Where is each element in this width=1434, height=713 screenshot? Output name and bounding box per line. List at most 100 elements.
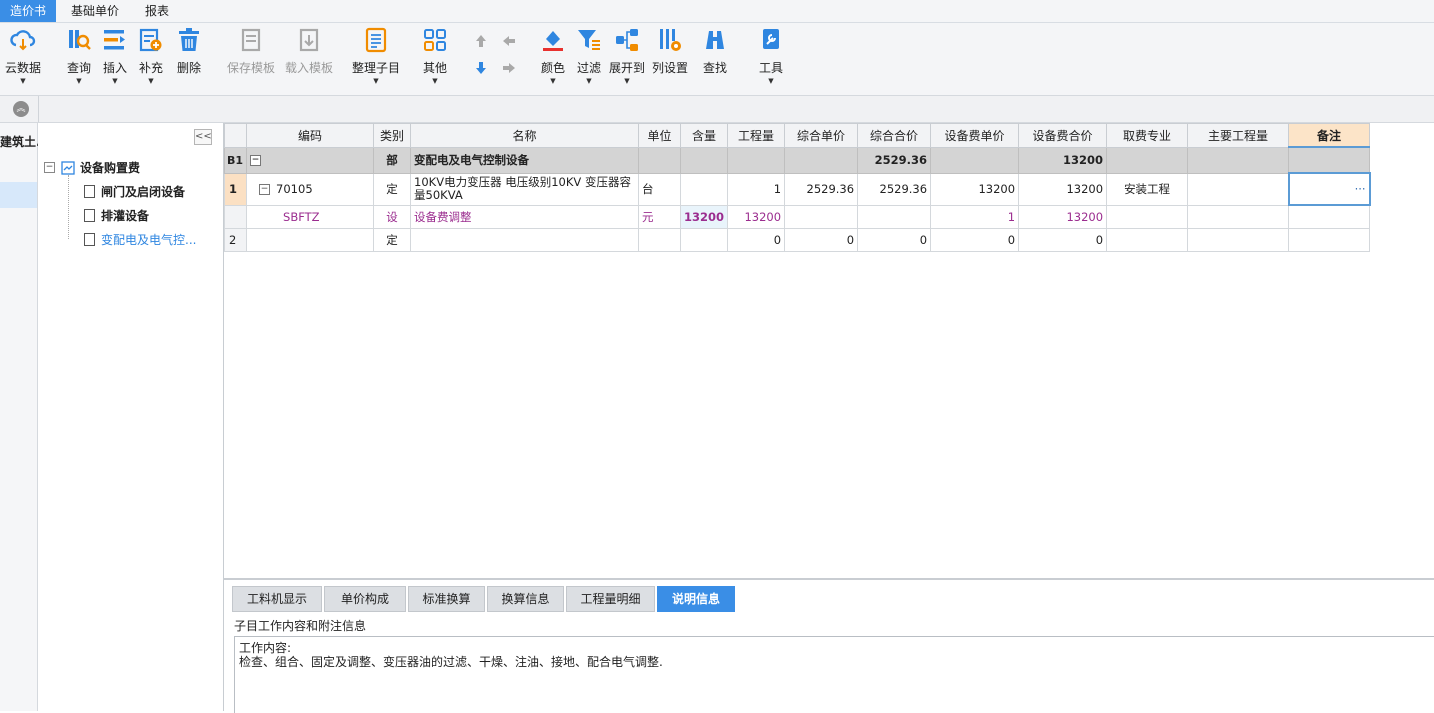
cell-equip-unit[interactable]: 0 [930,228,1020,252]
other-button[interactable]: 其他 ▼ [420,27,450,85]
cell-code[interactable] [246,228,375,252]
insert-button[interactable]: 插入 ▼ [100,27,130,85]
cell-fee[interactable] [1106,146,1189,174]
cell-name[interactable]: 10KV电力变压器 电压级别10KV 变压器容量50KVA [410,172,640,206]
tab-quantity-detail[interactable]: 工程量明细 [566,586,655,612]
col-header-main-quantity[interactable]: 主要工程量 [1187,123,1290,148]
cell-equip-unit[interactable]: 1 [930,204,1020,229]
save-template-button[interactable]: 保存模板 [226,27,276,76]
cell-unit-price[interactable]: 0 [784,228,859,252]
delete-button[interactable]: 删除 [174,27,204,76]
cloud-data-button[interactable]: 云数据 ▼ [4,27,42,85]
move-up-button[interactable] [472,33,490,52]
cell-fee[interactable] [1106,228,1189,252]
col-header-equip-unit-price[interactable]: 设备费单价 [930,123,1020,148]
move-down-button[interactable] [472,60,490,79]
table-row-part[interactable]: B1 − 部 变配电及电气控制设备 2529.36 13200 [223,146,1371,174]
description-textarea[interactable]: 工作内容: 检查、组合、固定及调整、变压器油的过滤、干燥、注油、接地、配合电气调整… [234,636,1434,713]
cell-name[interactable] [410,228,640,252]
cell-unit-price[interactable] [784,204,859,229]
cell-fee[interactable] [1106,204,1189,229]
cell-name[interactable]: 设备费调整 [410,204,640,229]
tree-node-root[interactable]: − 设备购置费 [44,159,140,176]
cell-remarks[interactable] [1288,204,1371,229]
cell-code[interactable]: −70105 [246,172,375,206]
cell-name[interactable]: 变配电及电气控制设备 [410,146,640,174]
cell-main-qty[interactable] [1187,228,1290,252]
cell-total-price[interactable]: 2529.36 [857,146,932,174]
col-header-fee-discipline[interactable]: 取费专业 [1106,123,1189,148]
cell-remarks[interactable] [1288,146,1371,174]
find-button[interactable]: 查找 [700,27,730,76]
cell-fee[interactable]: 安装工程 [1106,172,1189,206]
move-right-button[interactable] [500,60,518,79]
collapse-pane-button[interactable]: << [194,129,212,145]
col-header-name[interactable]: 名称 [410,123,640,148]
cell-content[interactable]: 13200 [680,204,729,229]
cell-quantity[interactable] [727,146,786,174]
tree-node-substation[interactable]: 变配电及电气控... [84,231,196,248]
col-header-type[interactable]: 类别 [373,123,412,148]
collapse-icon[interactable]: − [259,184,271,195]
color-button[interactable]: 颜色 ▼ [538,27,568,85]
menu-cost-book[interactable]: 造价书 [0,0,56,22]
tools-button[interactable]: 工具 ▼ [756,27,786,85]
cell-code[interactable]: SBFTZ [246,204,375,229]
cell-code[interactable]: − [246,146,375,174]
cell-equip-unit[interactable] [930,146,1020,174]
col-header-quantity[interactable]: 工程量 [727,123,786,148]
expand-to-button[interactable]: 展开到 ▼ [607,27,647,85]
cell-quantity[interactable]: 1 [727,172,786,206]
cell-main-qty[interactable] [1187,204,1290,229]
cell-type[interactable]: 定 [373,172,412,206]
cell-total-price[interactable]: 2529.36 [857,172,932,206]
load-template-button[interactable]: 载入模板 [284,27,334,76]
cell-main-qty[interactable] [1187,172,1290,206]
cell-equip-total[interactable]: 13200 [1018,146,1108,174]
cell-equip-unit[interactable]: 13200 [930,172,1020,206]
col-header-unit[interactable]: 单位 [638,123,682,148]
cell-equip-total[interactable]: 13200 [1018,172,1108,206]
collapse-icon[interactable]: − [250,155,262,166]
supplement-button[interactable]: 补充 ▼ [136,27,166,85]
cell-main-qty[interactable] [1187,146,1290,174]
cell-type[interactable]: 设 [373,204,412,229]
cell-content[interactable] [680,172,729,206]
cell-total-price[interactable] [857,204,932,229]
cell-unit-price[interactable] [784,146,859,174]
cell-equip-total[interactable]: 13200 [1018,204,1108,229]
col-header-equip-total[interactable]: 设备费合价 [1018,123,1108,148]
cell-quantity[interactable]: 0 [727,228,786,252]
cell-content[interactable] [680,146,729,174]
menu-base-unit-price[interactable]: 基础单价 [62,0,128,22]
table-row[interactable]: 1 −70105 定 10KV电力变压器 电压级别10KV 变压器容量50KVA… [223,172,1371,206]
cell-content[interactable] [680,228,729,252]
left-nav-selected-item[interactable] [0,182,37,208]
cell-unit[interactable]: 台 [638,172,682,206]
filter-button[interactable]: 过滤 ▼ [574,27,604,85]
table-row[interactable]: 2 定 0 0 0 0 0 [223,228,1371,252]
menu-reports[interactable]: 报表 [136,0,178,22]
cell-type[interactable]: 定 [373,228,412,252]
cell-type[interactable]: 部 [373,146,412,174]
tab-unit-price-composition[interactable]: 单价构成 [324,586,406,612]
organize-items-button[interactable]: 整理子目 ▼ [350,27,402,85]
collapse-ribbon-icon[interactable]: ︽ [13,101,29,117]
tab-description[interactable]: 说明信息 [657,586,735,612]
col-header-code[interactable]: 编码 [246,123,375,148]
cell-remarks-editing[interactable]: ··· [1287,172,1371,206]
tree-node-irrigation-equipment[interactable]: 排灌设备 [84,207,149,224]
col-header-remarks[interactable]: 备注 [1288,123,1371,148]
cell-unit[interactable] [638,146,682,174]
tree-node-gate-equipment[interactable]: 闸门及启闭设备 [84,183,185,200]
tab-standard-conversion[interactable]: 标准换算 [408,586,485,612]
cell-unit-price[interactable]: 2529.36 [784,172,859,206]
column-settings-button[interactable]: 列设置 [650,27,690,76]
cell-equip-total[interactable]: 0 [1018,228,1108,252]
query-button[interactable]: 查询 ▼ [64,27,94,85]
tab-labor-material[interactable]: 工料机显示 [232,586,322,612]
cell-unit[interactable] [638,228,682,252]
tab-conversion-info[interactable]: 换算信息 [487,586,564,612]
collapse-icon[interactable]: − [44,162,55,173]
cell-unit[interactable]: 元 [638,204,682,229]
